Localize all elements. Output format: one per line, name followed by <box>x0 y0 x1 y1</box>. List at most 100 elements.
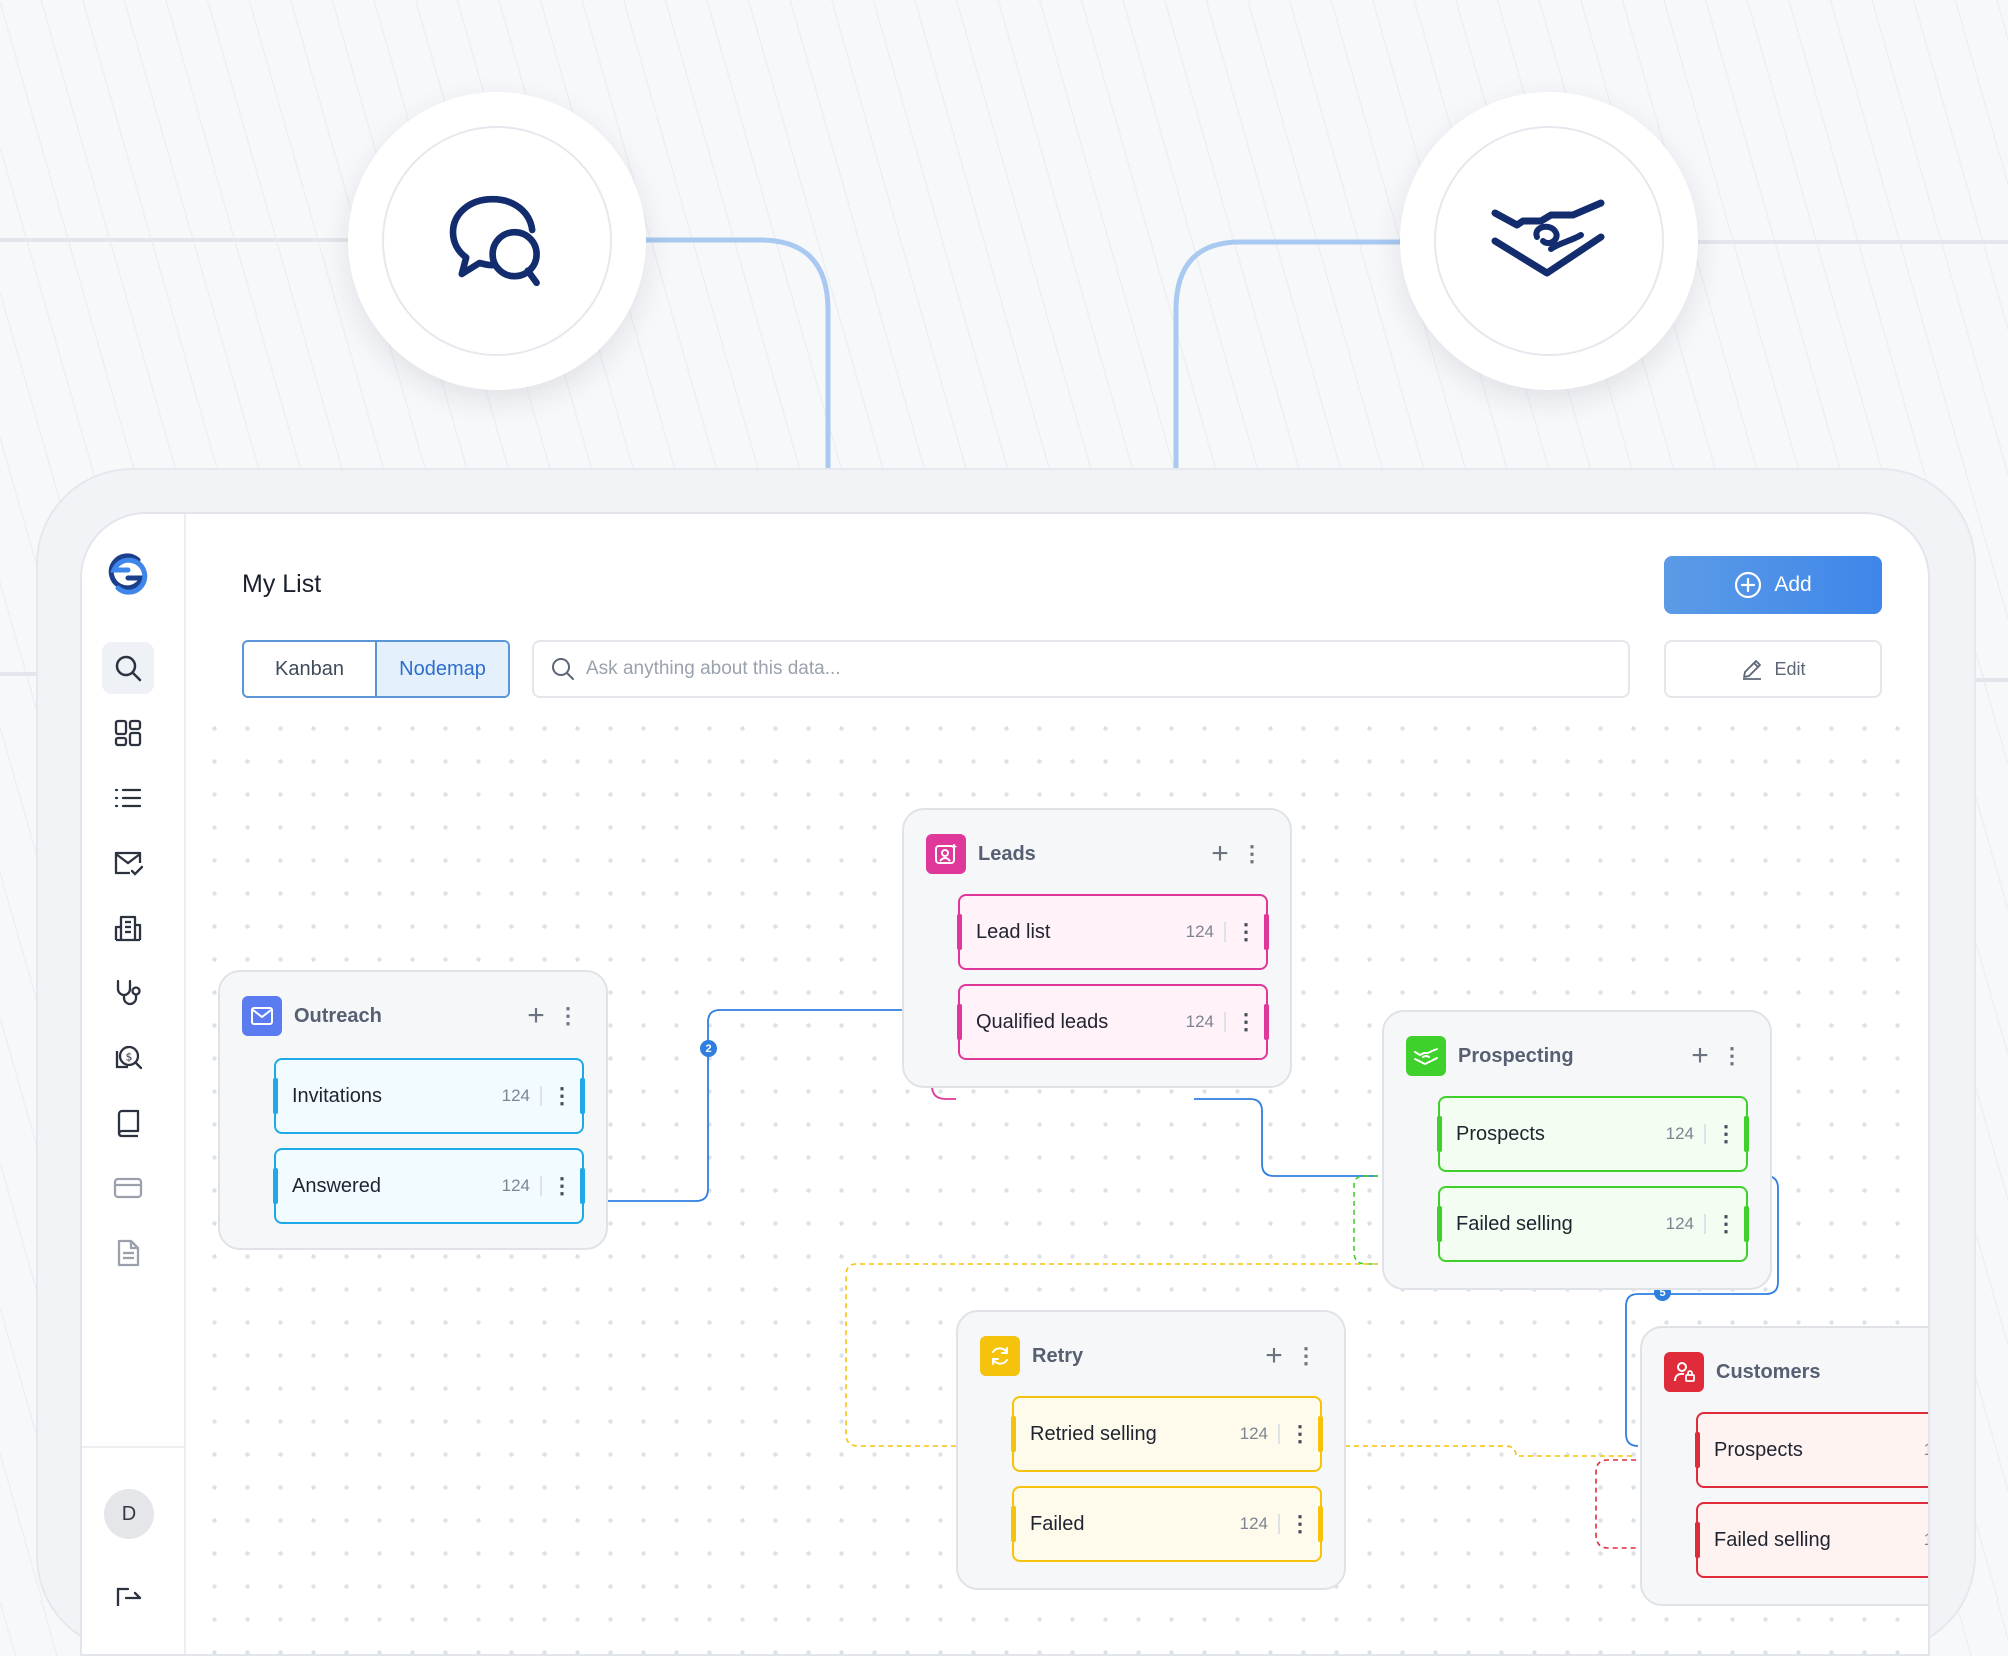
card-label: Retried selling <box>1030 1422 1157 1445</box>
app-window: $ D My List Add Kanban Nodemap Ask anyth… <box>80 512 1930 1656</box>
card-label: Lead list <box>976 920 1051 943</box>
edit-button-label: Edit <box>1774 658 1806 679</box>
card-count: 124 <box>1914 1530 1928 1550</box>
svg-text:$: $ <box>126 1051 133 1064</box>
more-options-icon[interactable]: ⋮ <box>1234 1011 1258 1033</box>
add-button-label: Add <box>1774 573 1812 596</box>
more-options-icon[interactable]: ⋮ <box>1290 1345 1322 1367</box>
card-label: Failed selling <box>1456 1212 1573 1235</box>
card-label: Qualified leads <box>976 1010 1109 1033</box>
group-customers[interactable]: Customers + ⋮ Prospects 124 ⋮ Failed sel… <box>1640 1326 1928 1606</box>
nodemap-canvas[interactable]: 1 2 3 4 5 Outreach + ⋮ Invitations 124 ⋮ <box>186 704 1928 1654</box>
add-button[interactable]: Add <box>1664 556 1882 614</box>
book-icon[interactable] <box>102 1097 154 1149</box>
group-prospecting[interactable]: Prospecting + ⋮ Prospects 124 ⋮ Failed s… <box>1382 1010 1772 1290</box>
group-header: Leads + ⋮ <box>926 832 1268 876</box>
add-card-button[interactable]: + <box>1204 839 1236 869</box>
add-card-button[interactable]: + <box>1258 1341 1290 1371</box>
card-invitations[interactable]: Invitations 124 ⋮ <box>273 1058 585 1134</box>
card-qualified-leads[interactable]: Qualified leads 124 ⋮ <box>957 984 1269 1060</box>
sidebar: $ D <box>82 514 186 1654</box>
card-answered[interactable]: Answered 124 ⋮ <box>273 1148 585 1224</box>
add-card-button[interactable]: + <box>1684 1041 1716 1071</box>
more-options-icon[interactable]: ⋮ <box>550 1085 574 1107</box>
handshake-icon <box>1491 199 1605 277</box>
logo-mark <box>108 553 148 595</box>
more-options-icon[interactable]: ⋮ <box>1716 1045 1748 1067</box>
avatar[interactable]: D <box>104 1489 154 1539</box>
card-failed-selling[interactable]: Failed selling 124 ⋮ <box>1437 1186 1749 1262</box>
more-options-icon[interactable]: ⋮ <box>1236 843 1268 865</box>
card-label: Failed selling <box>1714 1528 1831 1551</box>
more-options-icon[interactable]: ⋮ <box>552 1005 584 1027</box>
building-icon[interactable] <box>102 902 154 954</box>
document-icon[interactable] <box>102 1227 154 1279</box>
view-toggle: Kanban Nodemap <box>242 640 510 698</box>
circle-connectors <box>640 237 1400 470</box>
search-placeholder: Ask anything about this data... <box>586 658 841 679</box>
group-header: Customers + ⋮ <box>1664 1350 1928 1394</box>
card-count: 124 <box>492 1176 542 1196</box>
search-icon <box>552 658 574 680</box>
money-search-icon[interactable]: $ <box>102 1032 154 1084</box>
group-retry[interactable]: Retry + ⋮ Retried selling 124 ⋮ Failed 1… <box>956 1310 1346 1590</box>
user-star-icon <box>926 834 966 874</box>
refresh-icon <box>980 1336 1020 1376</box>
edit-button[interactable]: Edit <box>1664 640 1882 698</box>
group-header: Retry + ⋮ <box>980 1334 1322 1378</box>
add-card-button[interactable]: + <box>520 1001 552 1031</box>
group-title: Customers <box>1716 1360 1821 1383</box>
group-title: Outreach <box>294 1004 382 1027</box>
card-label: Failed <box>1030 1512 1085 1535</box>
pencil-icon <box>1743 660 1762 680</box>
group-title: Leads <box>978 842 1036 865</box>
card-label: Prospects <box>1456 1122 1545 1145</box>
search-input[interactable]: Ask anything about this data... <box>532 640 1630 698</box>
more-options-icon[interactable]: ⋮ <box>1234 921 1258 943</box>
card-customer-failed-selling[interactable]: Failed selling 124 ⋮ <box>1695 1502 1928 1578</box>
card-count: 124 <box>1656 1214 1706 1234</box>
group-header: Outreach + ⋮ <box>242 994 584 1038</box>
card-count: 124 <box>1176 1012 1226 1032</box>
tab-nodemap[interactable]: Nodemap <box>375 642 508 696</box>
card-count: 124 <box>1230 1514 1280 1534</box>
connector-badge: 2 <box>700 1040 717 1057</box>
dashboard-icon[interactable] <box>102 707 154 759</box>
more-options-icon[interactable]: ⋮ <box>1714 1123 1738 1145</box>
mail-icon <box>242 996 282 1036</box>
bg-line <box>0 672 40 676</box>
page-title: My List <box>242 570 322 598</box>
card-prospects[interactable]: Prospects 124 ⋮ <box>1437 1096 1749 1172</box>
more-options-icon[interactable]: ⋮ <box>1714 1213 1738 1235</box>
card-count: 124 <box>1230 1424 1280 1444</box>
card-failed[interactable]: Failed 124 ⋮ <box>1011 1486 1323 1562</box>
handshake-small-icon <box>1406 1036 1446 1076</box>
card-lead-list[interactable]: Lead list 124 ⋮ <box>957 894 1269 970</box>
card-retried-selling[interactable]: Retried selling 124 ⋮ <box>1011 1396 1323 1472</box>
mail-check-icon[interactable] <box>102 837 154 889</box>
group-header: Prospecting + ⋮ <box>1406 1034 1748 1078</box>
more-options-icon[interactable]: ⋮ <box>550 1175 574 1197</box>
card-count: 124 <box>492 1086 542 1106</box>
card-count: 124 <box>1914 1440 1928 1460</box>
card-count: 124 <box>1176 922 1226 942</box>
handshake-circle <box>1400 92 1698 390</box>
more-options-icon[interactable]: ⋮ <box>1288 1423 1312 1445</box>
more-options-icon[interactable]: ⋮ <box>1288 1513 1312 1535</box>
tab-kanban[interactable]: Kanban <box>244 642 375 696</box>
card-count: 124 <box>1656 1124 1706 1144</box>
list-icon[interactable] <box>102 772 154 824</box>
credit-card-icon[interactable] <box>102 1162 154 1214</box>
group-outreach[interactable]: Outreach + ⋮ Invitations 124 ⋮ Answered … <box>218 970 608 1250</box>
card-label: Prospects <box>1714 1438 1803 1461</box>
sidebar-divider <box>82 1446 184 1448</box>
logout-icon[interactable] <box>114 1586 144 1606</box>
chat-bubbles-icon <box>449 195 540 287</box>
stethoscope-icon[interactable] <box>102 967 154 1019</box>
plus-circle-icon <box>1735 571 1762 599</box>
group-leads[interactable]: Leads + ⋮ Lead list 124 ⋮ Qualified lead… <box>902 808 1292 1088</box>
group-title: Prospecting <box>1458 1044 1574 1067</box>
card-customer-prospects[interactable]: Prospects 124 ⋮ <box>1695 1412 1928 1488</box>
user-lock-icon <box>1664 1352 1704 1392</box>
search-icon[interactable] <box>102 642 154 694</box>
